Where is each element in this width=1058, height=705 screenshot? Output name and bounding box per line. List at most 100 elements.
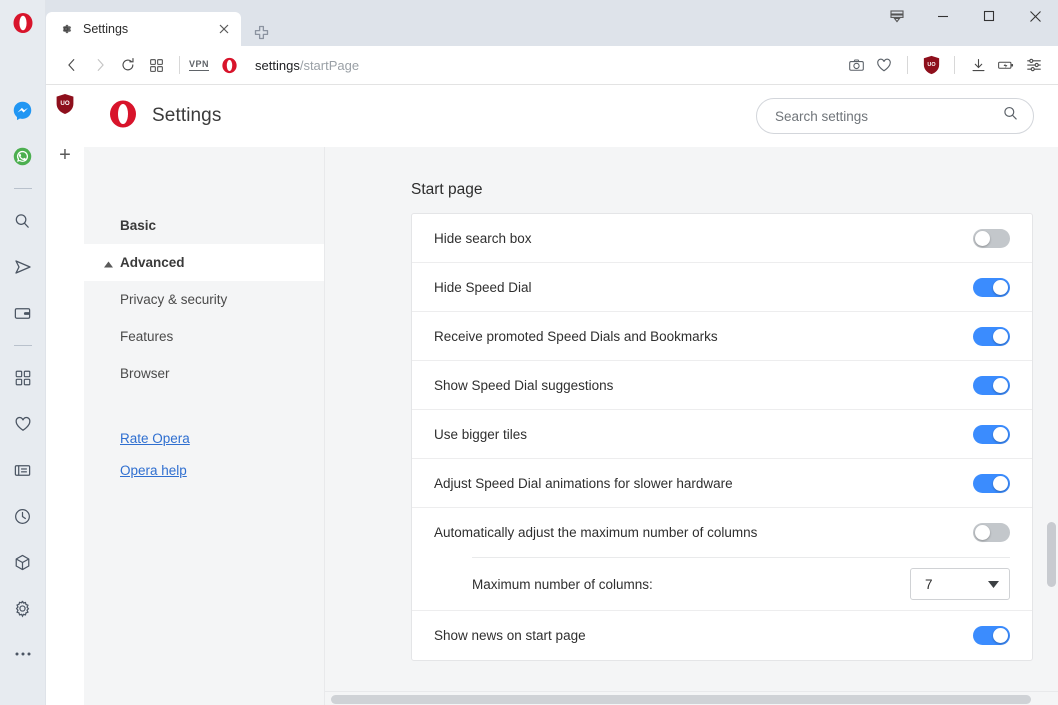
toggle-show-news[interactable] — [973, 626, 1010, 645]
max-columns-select[interactable]: 7 — [910, 568, 1010, 600]
new-tab-button[interactable] — [249, 20, 273, 44]
adblock-shield-badge[interactable]: UO — [55, 93, 75, 120]
tab-strip: Settings — [46, 0, 1058, 46]
tab-title: Settings — [83, 22, 215, 36]
battery-saver-button[interactable] — [992, 51, 1020, 79]
easy-setup-button[interactable] — [1020, 51, 1048, 79]
vertical-scrollbar[interactable] — [1047, 147, 1056, 705]
horizontal-scrollbar-thumb[interactable] — [331, 695, 1031, 704]
settings-page: Settings Basic Ad — [84, 85, 1058, 705]
setting-row-bigger-tiles[interactable]: Use bigger tiles — [412, 410, 1032, 459]
bookmark-heart-button[interactable] — [870, 51, 898, 79]
sidebar-item-speed-dial[interactable] — [6, 361, 40, 395]
forward-button[interactable] — [86, 51, 114, 79]
setting-row-hide-search-box[interactable]: Hide search box — [412, 214, 1032, 263]
setting-label: Adjust Speed Dial animations for slower … — [434, 476, 973, 491]
messenger-icon — [12, 100, 33, 121]
page-title: Settings — [152, 105, 221, 127]
add-panel-button[interactable]: + — [52, 142, 78, 168]
sidebar-item-history[interactable] — [6, 499, 40, 533]
grid-icon — [14, 369, 32, 387]
settings-nav: Basic Advanced Privacy & security Featur… — [84, 147, 325, 705]
opera-url-badge[interactable] — [215, 51, 243, 79]
sidebar-item-extensions[interactable] — [6, 545, 40, 579]
vertical-scrollbar-thumb[interactable] — [1047, 522, 1056, 587]
opera-logo-icon[interactable] — [0, 0, 46, 45]
opera-help-link[interactable]: Opera help — [84, 454, 324, 486]
setting-row-promoted-speed-dials[interactable]: Receive promoted Speed Dials and Bookmar… — [412, 312, 1032, 361]
opera-browser-window: UO + Settings — [0, 0, 1058, 705]
forward-arrow-icon — [92, 57, 108, 73]
maximize-button[interactable] — [966, 0, 1012, 32]
whatsapp-icon — [12, 146, 33, 167]
reload-button[interactable] — [114, 51, 142, 79]
toggle-hide-search-box[interactable] — [973, 229, 1010, 248]
setting-row-hide-speed-dial[interactable]: Hide Speed Dial — [412, 263, 1032, 312]
nav-item-features[interactable]: Features — [84, 318, 324, 355]
nav-item-basic[interactable]: Basic — [84, 207, 324, 244]
search-settings-box[interactable] — [756, 98, 1034, 134]
downloads-button[interactable] — [964, 51, 992, 79]
sidebar-item-messenger[interactable] — [6, 93, 40, 127]
tab-close-button[interactable] — [215, 20, 233, 38]
close-window-button[interactable] — [1012, 0, 1058, 32]
toggle-auto-adjust-columns[interactable] — [973, 523, 1010, 542]
nav-item-browser[interactable]: Browser — [84, 355, 324, 392]
toggle-adjust-animations[interactable] — [973, 474, 1010, 493]
sidebar-more-button[interactable] — [6, 637, 40, 671]
sidebar-item-wallet[interactable] — [6, 296, 40, 330]
back-button[interactable] — [58, 51, 86, 79]
chevron-up-icon — [104, 255, 113, 270]
tab-menu-button[interactable] — [874, 0, 920, 32]
news-icon — [13, 461, 32, 480]
tab-settings[interactable]: Settings — [46, 12, 241, 46]
sidebar-item-bookmarks[interactable] — [6, 407, 40, 441]
address-bar[interactable]: settings/startPage — [243, 58, 842, 73]
close-icon — [219, 24, 229, 34]
minimize-icon — [937, 10, 949, 22]
settings-content: Start page Hide search box Hide Speed Di… — [325, 147, 1058, 705]
adblock-button[interactable]: UO — [917, 51, 945, 79]
settings-content-inner: Start page Hide search box Hide Speed Di… — [325, 181, 1058, 661]
setting-row-max-columns[interactable]: Maximum number of columns: 7 — [412, 558, 1032, 610]
setting-row-show-news[interactable]: Show news on start page — [412, 611, 1032, 660]
adblock-shield-icon: UO — [922, 55, 941, 75]
search-icon[interactable] — [1002, 105, 1019, 127]
setting-row-adjust-animations[interactable]: Adjust Speed Dial animations for slower … — [412, 459, 1032, 508]
sidebar-item-settings[interactable] — [6, 591, 40, 625]
minimize-button[interactable] — [920, 0, 966, 32]
send-icon — [13, 257, 33, 277]
toggle-speed-dial-suggestions[interactable] — [973, 376, 1010, 395]
setting-label: Receive promoted Speed Dials and Bookmar… — [434, 329, 973, 344]
setting-label: Hide search box — [434, 231, 973, 246]
toggle-hide-speed-dial[interactable] — [973, 278, 1010, 297]
nav-item-privacy-security[interactable]: Privacy & security — [84, 281, 324, 318]
setting-row-auto-adjust-columns[interactable]: Automatically adjust the maximum number … — [412, 508, 1032, 557]
setting-row-speed-dial-suggestions[interactable]: Show Speed Dial suggestions — [412, 361, 1032, 410]
back-arrow-icon — [64, 57, 80, 73]
nav-item-label: Browser — [120, 366, 170, 381]
vpn-badge[interactable]: VPN — [189, 59, 209, 71]
search-icon — [13, 212, 32, 231]
setting-label: Maximum number of columns: — [472, 577, 910, 592]
nav-item-advanced[interactable]: Advanced — [84, 244, 324, 281]
speed-dial-icon — [149, 58, 164, 73]
nav-item-label: Privacy & security — [120, 292, 227, 307]
snapshot-button[interactable] — [842, 51, 870, 79]
speed-dial-button[interactable] — [142, 51, 170, 79]
setting-label: Show Speed Dial suggestions — [434, 378, 973, 393]
sidebar-item-search[interactable] — [6, 204, 40, 238]
toggle-bigger-tiles[interactable] — [973, 425, 1010, 444]
opera-logo-icon — [108, 99, 138, 134]
toggle-promoted-speed-dials[interactable] — [973, 327, 1010, 346]
setting-label: Show news on start page — [434, 628, 973, 643]
nav-item-label: Features — [120, 329, 173, 344]
search-settings-input[interactable] — [775, 109, 1002, 124]
sidebar-item-whatsapp[interactable] — [6, 139, 40, 173]
gear-icon — [13, 599, 32, 618]
toolbar-divider-2 — [907, 56, 908, 74]
rate-opera-link[interactable]: Rate Opera — [84, 422, 324, 454]
sidebar-item-news[interactable] — [6, 453, 40, 487]
horizontal-scrollbar[interactable] — [325, 691, 1058, 705]
sidebar-item-telegram[interactable] — [6, 250, 40, 284]
